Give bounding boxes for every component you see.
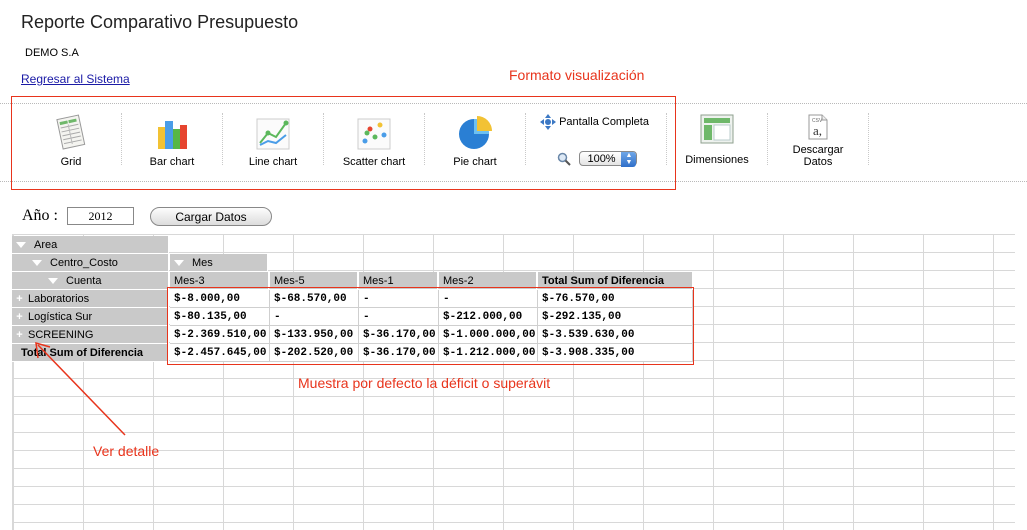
detail-annotation: Ver detalle xyxy=(93,443,160,459)
